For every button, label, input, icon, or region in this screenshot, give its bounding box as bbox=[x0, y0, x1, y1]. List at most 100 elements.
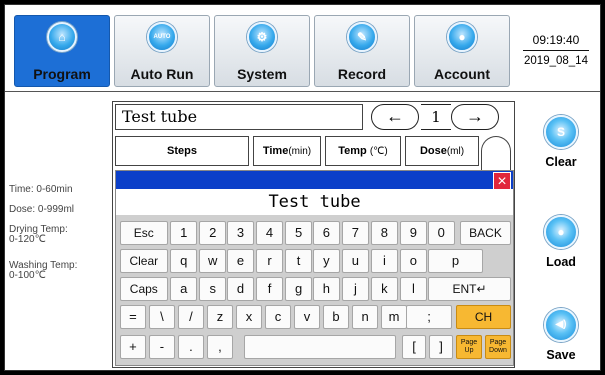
info-dose-range: Dose: 0-999ml bbox=[9, 204, 75, 215]
key-clear[interactable]: Clear bbox=[119, 249, 168, 273]
key-o[interactable]: o bbox=[400, 249, 427, 273]
keyboard-input[interactable]: Test tube bbox=[116, 189, 513, 215]
clear-icon: S bbox=[544, 115, 578, 149]
key-i[interactable]: i bbox=[371, 249, 398, 273]
info-time-range: Time: 0-60min bbox=[9, 184, 73, 195]
key-z[interactable]: z bbox=[206, 305, 234, 329]
key-h[interactable]: h bbox=[313, 277, 340, 301]
key-esc[interactable]: Esc bbox=[119, 221, 168, 245]
key-n[interactable]: n bbox=[351, 305, 379, 329]
next-page-button[interactable]: → bbox=[451, 104, 499, 130]
user-icon: ● bbox=[447, 22, 477, 52]
key-m[interactable]: m bbox=[380, 305, 408, 329]
key-[interactable]: ; bbox=[406, 305, 452, 329]
close-icon[interactable]: × bbox=[493, 172, 511, 190]
nav-account-label: Account bbox=[434, 66, 490, 82]
key-[interactable]: . bbox=[177, 335, 205, 359]
key-4[interactable]: 4 bbox=[256, 221, 283, 245]
key-t[interactable]: t bbox=[285, 249, 312, 273]
col-dose: Dose(ml) bbox=[405, 136, 479, 166]
key-[interactable]: , bbox=[206, 335, 234, 359]
col-temp: Temp (℃) bbox=[325, 136, 401, 166]
key-r[interactable]: r bbox=[256, 249, 283, 273]
scroll-up-button[interactable] bbox=[481, 136, 511, 170]
key-k[interactable]: k bbox=[371, 277, 398, 301]
key-g[interactable]: g bbox=[285, 277, 312, 301]
key-3[interactable]: 3 bbox=[227, 221, 254, 245]
nav-auto-run-label: Auto Run bbox=[130, 66, 194, 82]
col-time: Time(min) bbox=[253, 136, 321, 166]
nav-record-label: Record bbox=[337, 66, 387, 82]
key-f[interactable]: f bbox=[256, 277, 283, 301]
key-1[interactable]: 1 bbox=[170, 221, 197, 245]
key-7[interactable]: 7 bbox=[342, 221, 369, 245]
key-[interactable]: [ bbox=[402, 335, 426, 359]
load-icon: ● bbox=[544, 215, 578, 249]
key-w[interactable]: w bbox=[199, 249, 227, 273]
info-drying-range: 0-120℃ bbox=[9, 234, 46, 245]
save-button[interactable]: ◀) Save bbox=[528, 308, 594, 362]
key-ent[interactable]: ENT↵ bbox=[428, 277, 511, 301]
key-u[interactable]: u bbox=[342, 249, 369, 273]
load-button[interactable]: ● Load bbox=[528, 215, 594, 269]
nav-record-button[interactable]: ✎ Record bbox=[314, 15, 410, 87]
nav-program-button[interactable]: ⌂ Program bbox=[14, 15, 110, 87]
key-page-down[interactable]: Page Down bbox=[485, 335, 511, 359]
prev-page-button[interactable]: ← bbox=[371, 104, 419, 130]
top-nav: ⌂ Program AUTO Auto Run ⚙ System ✎ Recor… bbox=[14, 15, 510, 87]
key-[interactable]: - bbox=[148, 335, 176, 359]
key-2[interactable]: 2 bbox=[199, 221, 227, 245]
load-label: Load bbox=[546, 255, 576, 269]
nav-auto-run-button[interactable]: AUTO Auto Run bbox=[114, 15, 210, 87]
info-washing-range: 0-100℃ bbox=[9, 270, 46, 281]
speaker-icon: ◀) bbox=[544, 308, 578, 342]
key-[interactable]: = bbox=[119, 305, 147, 329]
key-l[interactable]: l bbox=[400, 277, 427, 301]
key-b[interactable]: b bbox=[322, 305, 350, 329]
key-space[interactable] bbox=[244, 335, 396, 359]
key-[interactable]: ] bbox=[429, 335, 453, 359]
home-icon: ⌂ bbox=[47, 22, 77, 52]
key-0[interactable]: 0 bbox=[427, 221, 455, 245]
pencil-icon: ✎ bbox=[347, 22, 377, 52]
key-[interactable]: / bbox=[177, 305, 205, 329]
key-y[interactable]: y bbox=[313, 249, 340, 273]
on-screen-keyboard: × Test tube Esc 1 2 3 4 5 6 7 8 9 0 BACK Clear q w e r t y… bbox=[115, 170, 514, 366]
key-a[interactable]: a bbox=[170, 277, 197, 301]
key-caps[interactable]: Caps bbox=[119, 277, 168, 301]
key-6[interactable]: 6 bbox=[313, 221, 340, 245]
auto-icon: AUTO bbox=[147, 22, 177, 52]
key-8[interactable]: 8 bbox=[371, 221, 398, 245]
key-q[interactable]: q bbox=[170, 249, 197, 273]
key-back[interactable]: BACK bbox=[460, 221, 511, 245]
clock: 09:19:40 2019_08_14 bbox=[517, 15, 595, 87]
clear-label: Clear bbox=[545, 155, 577, 169]
key-5[interactable]: 5 bbox=[285, 221, 312, 245]
key-v[interactable]: v bbox=[293, 305, 321, 329]
clock-date: 2019_08_14 bbox=[524, 55, 588, 67]
key-[interactable]: + bbox=[119, 335, 147, 359]
key-page-up[interactable]: Page Up bbox=[456, 335, 482, 359]
col-steps: Steps bbox=[115, 136, 249, 166]
clock-time: 09:19:40 bbox=[523, 33, 589, 51]
key-d[interactable]: d bbox=[227, 277, 254, 301]
nav-system-button[interactable]: ⚙ System bbox=[214, 15, 310, 87]
divider bbox=[5, 91, 600, 92]
key-ch[interactable]: CH bbox=[456, 305, 511, 329]
screen: ⌂ Program AUTO Auto Run ⚙ System ✎ Recor… bbox=[4, 4, 601, 371]
key-j[interactable]: j bbox=[342, 277, 369, 301]
key-[interactable]: \ bbox=[148, 305, 176, 329]
key-s[interactable]: s bbox=[199, 277, 227, 301]
save-label: Save bbox=[546, 348, 576, 362]
clear-button[interactable]: S Clear bbox=[528, 115, 594, 169]
nav-program-label: Program bbox=[33, 66, 91, 82]
key-e[interactable]: e bbox=[227, 249, 254, 273]
key-x[interactable]: x bbox=[235, 305, 263, 329]
program-name-field[interactable]: Test tube bbox=[115, 104, 363, 130]
nav-system-label: System bbox=[237, 66, 287, 82]
key-9[interactable]: 9 bbox=[400, 221, 427, 245]
key-p[interactable]: p bbox=[428, 249, 483, 273]
key-c[interactable]: c bbox=[264, 305, 292, 329]
nav-account-button[interactable]: ● Account bbox=[414, 15, 510, 87]
gear-icon: ⚙ bbox=[247, 22, 277, 52]
